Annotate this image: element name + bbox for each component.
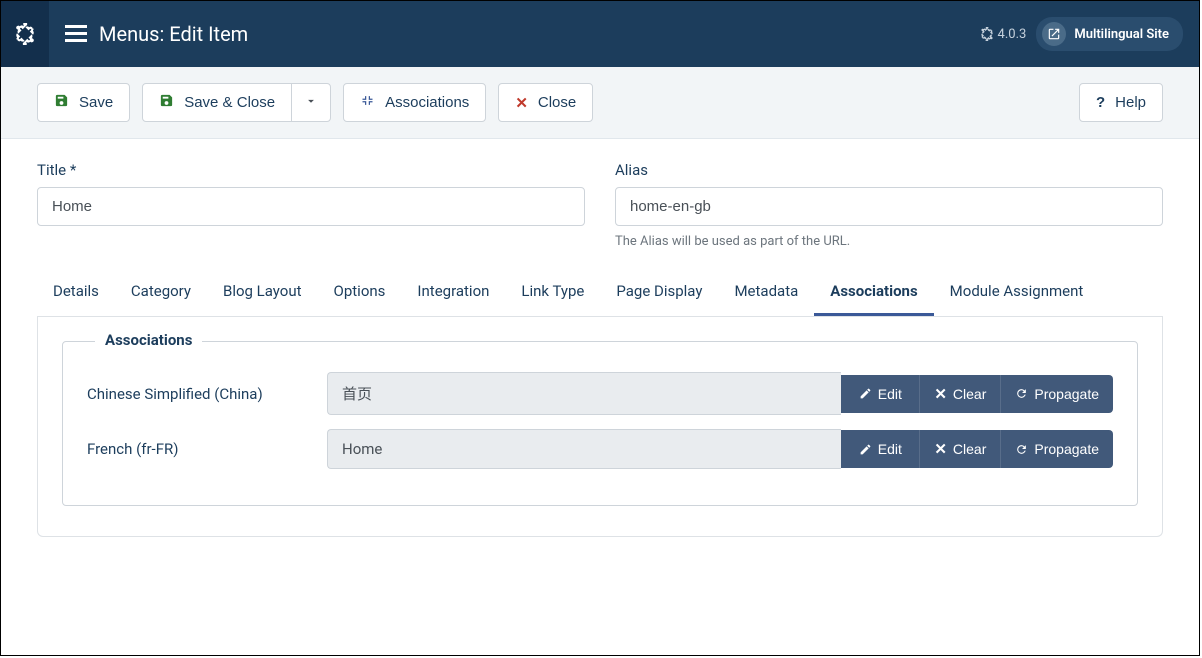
help-label: Help <box>1115 94 1146 111</box>
toolbar: Save Save & Close Associations ✕ Cl <box>1 67 1199 139</box>
tab-page-display[interactable]: Page Display <box>600 269 718 316</box>
association-actions: Edit✕ClearPropagate <box>841 375 1113 413</box>
save-icon <box>54 93 69 112</box>
tab-integration[interactable]: Integration <box>401 269 505 316</box>
version-badge[interactable]: 4.0.3 <box>980 27 1027 42</box>
edit-button[interactable]: Edit <box>841 430 919 468</box>
close-icon: ✕ <box>515 94 528 112</box>
external-link-icon <box>1042 22 1066 46</box>
menu-toggle-icon[interactable] <box>65 25 87 43</box>
title-input[interactable] <box>37 187 585 226</box>
association-row: Chinese Simplified (China)首页Edit✕ClearPr… <box>87 372 1113 415</box>
save-dropdown-button[interactable] <box>291 83 331 122</box>
associations-label: Associations <box>385 94 469 111</box>
associations-button[interactable]: Associations <box>343 83 486 122</box>
joomla-logo[interactable] <box>1 1 49 67</box>
header-bar: Menus: Edit Item 4.0.3 Multilingual Site <box>1 1 1199 67</box>
tab-associations[interactable]: Associations <box>814 269 933 316</box>
pencil-icon <box>859 387 872 400</box>
tab-link-type[interactable]: Link Type <box>505 269 600 316</box>
tabs: DetailsCategoryBlog LayoutOptionsIntegra… <box>37 269 1163 317</box>
alias-input[interactable] <box>615 187 1163 226</box>
tab-blog-layout[interactable]: Blog Layout <box>207 269 318 316</box>
help-icon: ? <box>1096 94 1105 111</box>
close-label: Close <box>538 94 576 111</box>
help-button[interactable]: ? Help <box>1079 83 1163 122</box>
chevron-down-icon <box>304 94 318 112</box>
association-label: French (fr-FR) <box>87 440 327 458</box>
save-icon <box>159 93 174 112</box>
title-label: Title * <box>37 161 585 179</box>
version-text: 4.0.3 <box>998 27 1027 42</box>
tab-details[interactable]: Details <box>37 269 115 316</box>
tab-panel-associations: Associations Chinese Simplified (China)首… <box>37 317 1163 537</box>
association-label: Chinese Simplified (China) <box>87 385 327 403</box>
associations-fieldset: Associations Chinese Simplified (China)首… <box>62 341 1138 506</box>
site-link-button[interactable]: Multilingual Site <box>1036 17 1183 51</box>
propagate-button[interactable]: Propagate <box>1000 375 1113 413</box>
save-label: Save <box>79 94 113 111</box>
tab-module-assignment[interactable]: Module Assignment <box>934 269 1100 316</box>
tab-metadata[interactable]: Metadata <box>718 269 814 316</box>
edit-button[interactable]: Edit <box>841 375 919 413</box>
pencil-icon <box>859 443 872 456</box>
tab-options[interactable]: Options <box>318 269 402 316</box>
alias-label: Alias <box>615 161 1163 179</box>
save-close-label: Save & Close <box>184 94 275 111</box>
refresh-icon <box>1015 387 1028 400</box>
association-value: 首页 <box>327 372 841 415</box>
close-icon: ✕ <box>934 440 947 458</box>
save-button[interactable]: Save <box>37 83 130 122</box>
clear-button[interactable]: ✕Clear <box>919 375 1000 413</box>
clear-button[interactable]: ✕Clear <box>919 430 1000 468</box>
site-link-label: Multilingual Site <box>1074 27 1169 42</box>
association-actions: Edit✕ClearPropagate <box>841 430 1113 468</box>
association-value: Home <box>327 429 841 469</box>
association-row: French (fr-FR)HomeEdit✕ClearPropagate <box>87 429 1113 469</box>
save-close-button[interactable]: Save & Close <box>142 83 292 122</box>
contract-icon <box>360 93 375 112</box>
tab-category[interactable]: Category <box>115 269 207 316</box>
fieldset-legend: Associations <box>95 331 202 349</box>
close-button[interactable]: ✕ Close <box>498 83 593 122</box>
close-icon: ✕ <box>934 385 947 403</box>
page-title: Menus: Edit Item <box>99 22 248 46</box>
alias-helptext: The Alias will be used as part of the UR… <box>615 234 1163 249</box>
propagate-button[interactable]: Propagate <box>1000 430 1113 468</box>
refresh-icon <box>1015 443 1028 456</box>
